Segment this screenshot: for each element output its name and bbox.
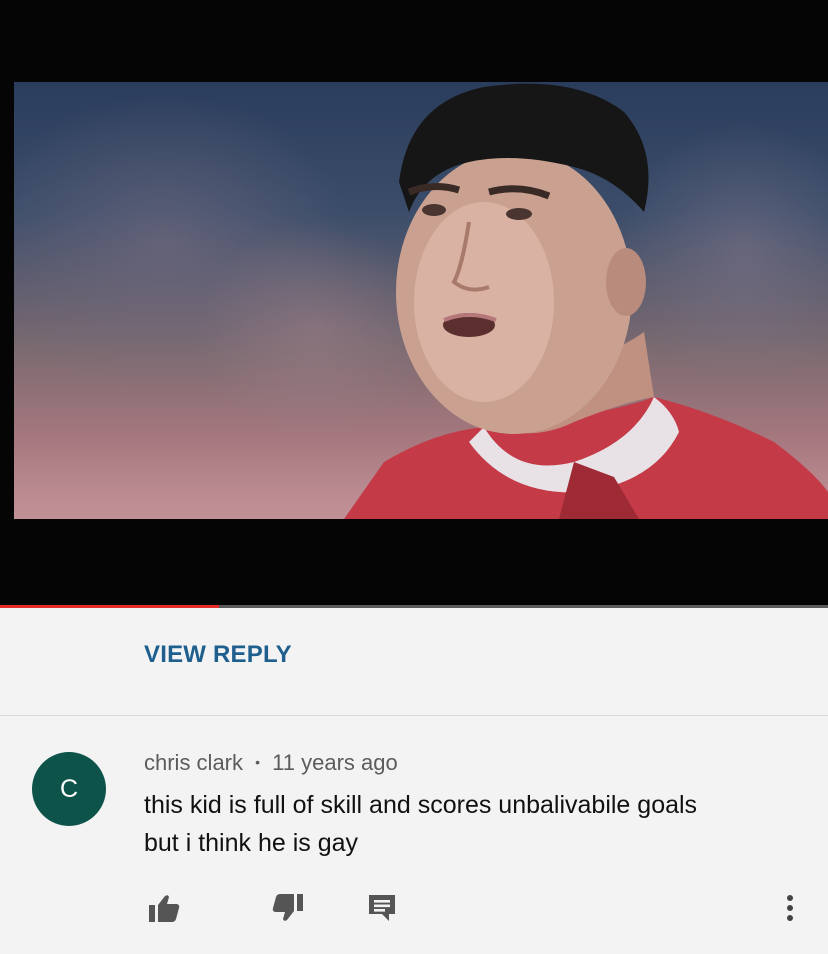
video-player[interactable] <box>0 0 828 608</box>
more-vertical-icon <box>787 895 793 921</box>
comment-timestamp: 11 years ago <box>272 750 398 775</box>
player-figure <box>344 83 828 519</box>
comment-thread-screen: VIEW REPLY C chris clark • 11 years ago … <box>0 0 828 954</box>
video-progress-fill <box>0 605 220 608</box>
more-options-button[interactable] <box>770 888 810 928</box>
comment-text-line: but i think he is gay <box>144 829 359 857</box>
comment-icon <box>369 895 395 921</box>
thumbs-up-icon <box>149 895 180 922</box>
comment-text-line: this kid is full of skill and scores unb… <box>144 791 698 819</box>
video-progress-bar[interactable] <box>0 605 828 608</box>
thumbs-down-icon <box>272 894 303 921</box>
comment-text: this kid is full of skill and scores unb… <box>144 786 804 862</box>
avatar[interactable]: C <box>32 752 106 826</box>
like-button[interactable] <box>144 888 184 928</box>
comment-meta: chris clark • 11 years ago <box>144 750 398 776</box>
meta-separator: • <box>255 754 261 770</box>
view-reply-button[interactable]: VIEW REPLY <box>144 641 292 669</box>
dislike-button[interactable] <box>268 888 308 928</box>
comment-author[interactable]: chris clark <box>144 750 243 775</box>
divider <box>0 715 828 716</box>
reply-button[interactable] <box>362 888 402 928</box>
video-frame[interactable] <box>14 82 828 519</box>
